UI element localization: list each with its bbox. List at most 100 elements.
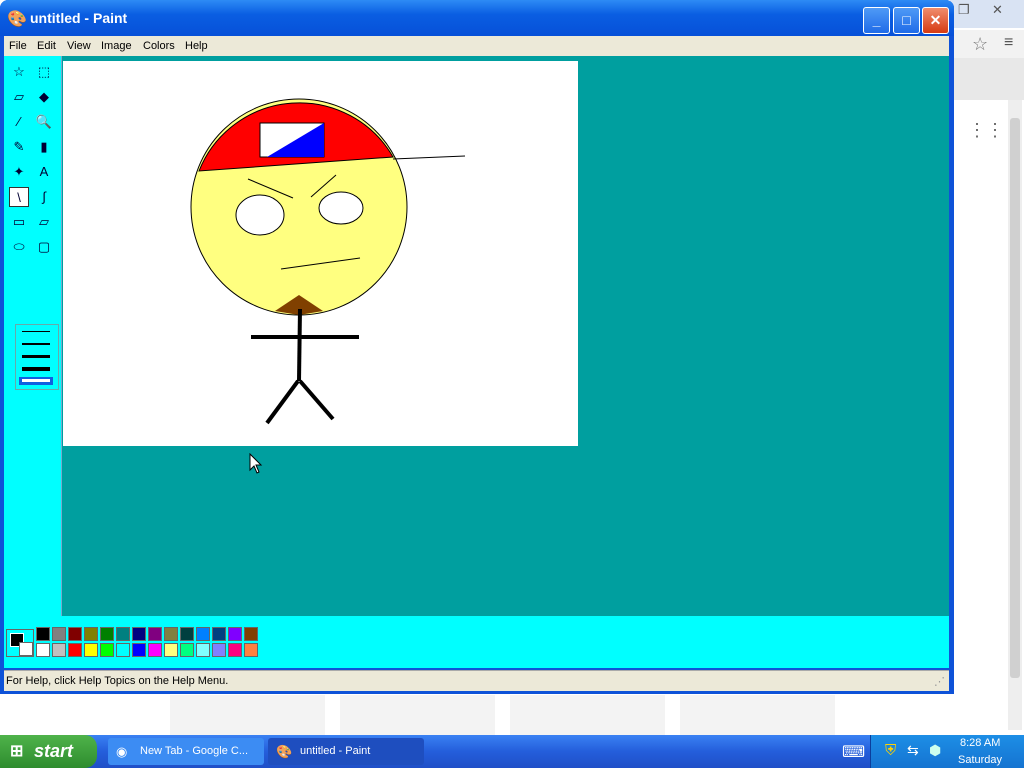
tool-pencil-icon[interactable]: ✎ <box>9 137 29 157</box>
bookmark-star-icon[interactable]: ☆ <box>972 34 988 55</box>
tool-text-icon[interactable]: A <box>34 162 54 182</box>
tool-eraser-icon[interactable]: ▱ <box>9 87 29 107</box>
tool-brush-icon[interactable]: ▮ <box>34 137 54 157</box>
palette-swatch[interactable] <box>244 627 258 641</box>
paint-app-icon: 🎨 <box>7 11 27 28</box>
window-title: untitled - Paint <box>30 10 128 26</box>
tool-rectangle-icon[interactable]: ▭ <box>9 212 29 232</box>
palette-swatch[interactable] <box>132 643 146 657</box>
line-width-4[interactable] <box>22 367 50 371</box>
security-shield-icon[interactable]: ⛨ <box>885 742 896 759</box>
start-button[interactable]: ⊞ start <box>0 735 97 768</box>
resize-grip-icon[interactable]: ⋰ <box>934 675 945 688</box>
chrome-icon: ◉ <box>116 744 128 759</box>
browser-bookmark-area <box>950 58 1024 100</box>
line-width-selector[interactable] <box>15 324 59 390</box>
left-eye <box>235 194 285 236</box>
palette-swatch[interactable] <box>100 643 114 657</box>
mouse-cursor-icon <box>249 452 263 478</box>
maximize-button[interactable]: □ <box>893 7 920 34</box>
right-leg <box>298 379 335 421</box>
restore-icon[interactable]: ❐ <box>958 2 970 18</box>
menu-edit[interactable]: Edit <box>37 40 56 52</box>
tool-line-icon[interactable]: \ <box>9 187 29 207</box>
palette-swatch[interactable] <box>196 643 210 657</box>
palette-swatch[interactable] <box>148 643 162 657</box>
palette-swatch[interactable] <box>68 627 82 641</box>
network-icon[interactable]: ⇆ <box>907 742 919 759</box>
palette-swatch[interactable] <box>164 627 178 641</box>
color-palette-area <box>4 616 949 668</box>
keyboard-icon[interactable]: ⌨ <box>842 742 865 762</box>
browser-scrollbar-thumb[interactable] <box>1010 118 1020 678</box>
toolbox: ☆ ⬚ ▱ ◆ ⁄ 🔍 ✎ ▮ ✦ A \ ∫ ▭ ▱ ⬭ ▢ <box>4 56 62 616</box>
tool-polygon-icon[interactable]: ▱ <box>34 212 54 232</box>
taskbar-item-chrome[interactable]: ◉ New Tab - Google C... <box>108 738 264 765</box>
taskbar-item-label: New Tab - Google C... <box>140 745 249 757</box>
tool-free-select-icon[interactable]: ☆ <box>9 62 29 82</box>
palette-swatch[interactable] <box>116 643 130 657</box>
palette-swatch[interactable] <box>164 643 178 657</box>
body <box>297 308 302 382</box>
menu-bar: File Edit View Image Colors Help <box>4 36 949 56</box>
palette-swatch[interactable] <box>180 643 194 657</box>
palette-swatch[interactable] <box>212 643 226 657</box>
palette-swatch[interactable] <box>244 643 258 657</box>
palette-swatch[interactable] <box>148 627 162 641</box>
palette-swatch[interactable] <box>228 627 242 641</box>
background-tile <box>170 695 325 735</box>
background-browser-window: ☆ ≡ ⋮⋮⋮ ❐ ✕ <box>950 0 1024 735</box>
browser-close-icon[interactable]: ✕ <box>992 2 1003 18</box>
palette-swatch[interactable] <box>52 643 66 657</box>
palette-swatch[interactable] <box>228 643 242 657</box>
tool-rect-select-icon[interactable]: ⬚ <box>34 62 54 82</box>
palette-swatch[interactable] <box>52 627 66 641</box>
tool-fill-icon[interactable]: ◆ <box>34 87 54 107</box>
background-tile <box>340 695 495 735</box>
line-width-1[interactable] <box>22 331 50 332</box>
palette-swatch[interactable] <box>84 627 98 641</box>
menu-file[interactable]: File <box>9 40 27 52</box>
line-width-selected[interactable] <box>19 377 53 385</box>
minimize-button[interactable]: _ <box>863 7 890 34</box>
palette-swatch[interactable] <box>36 627 50 641</box>
palette-swatch[interactable] <box>84 643 98 657</box>
background-color[interactable] <box>19 642 33 656</box>
clock-time: 8:28 AM <box>960 737 1001 749</box>
palette-swatch[interactable] <box>212 627 226 641</box>
palette-swatch[interactable] <box>180 627 194 641</box>
palette-swatch[interactable] <box>196 627 210 641</box>
line-width-3[interactable] <box>22 355 50 358</box>
maximize-icon: □ <box>902 12 911 28</box>
palette-swatch[interactable] <box>100 627 114 641</box>
tool-rounded-rect-icon[interactable]: ▢ <box>34 237 54 257</box>
menu-help[interactable]: Help <box>185 40 208 52</box>
status-bar: For Help, click Help Topics on the Help … <box>4 670 949 691</box>
tool-picker-icon[interactable]: ⁄ <box>9 112 29 132</box>
tool-curve-icon[interactable]: ∫ <box>34 187 54 207</box>
menu-view[interactable]: View <box>67 40 91 52</box>
browser-toolbar: ☆ ≡ <box>954 30 1024 59</box>
clock-day: Saturday <box>958 754 1003 766</box>
minimize-icon: _ <box>872 12 881 28</box>
taskbar-item-label: untitled - Paint <box>300 745 371 757</box>
tool-magnifier-icon[interactable]: 🔍 <box>34 112 54 132</box>
left-leg <box>265 379 300 425</box>
chrome-menu-icon[interactable]: ≡ <box>1004 34 1013 52</box>
drawing-canvas[interactable] <box>63 61 578 446</box>
title-bar[interactable]: 🎨 untitled - Paint _ □ ✕ <box>0 0 954 36</box>
palette-swatch[interactable] <box>132 627 146 641</box>
close-button[interactable]: ✕ <box>922 7 949 34</box>
palette-swatch[interactable] <box>36 643 50 657</box>
tool-ellipse-icon[interactable]: ⬭ <box>9 237 29 257</box>
taskbar-item-paint[interactable]: 🎨 untitled - Paint <box>268 738 424 765</box>
safely-remove-icon[interactable]: ⬢ <box>929 742 941 759</box>
palette-swatch[interactable] <box>116 627 130 641</box>
background-tile <box>510 695 665 735</box>
cap-brim <box>392 155 466 160</box>
tool-airbrush-icon[interactable]: ✦ <box>9 162 29 182</box>
line-width-2[interactable] <box>22 343 50 345</box>
menu-image[interactable]: Image <box>101 40 132 52</box>
palette-swatch[interactable] <box>68 643 82 657</box>
menu-colors[interactable]: Colors <box>143 40 175 52</box>
